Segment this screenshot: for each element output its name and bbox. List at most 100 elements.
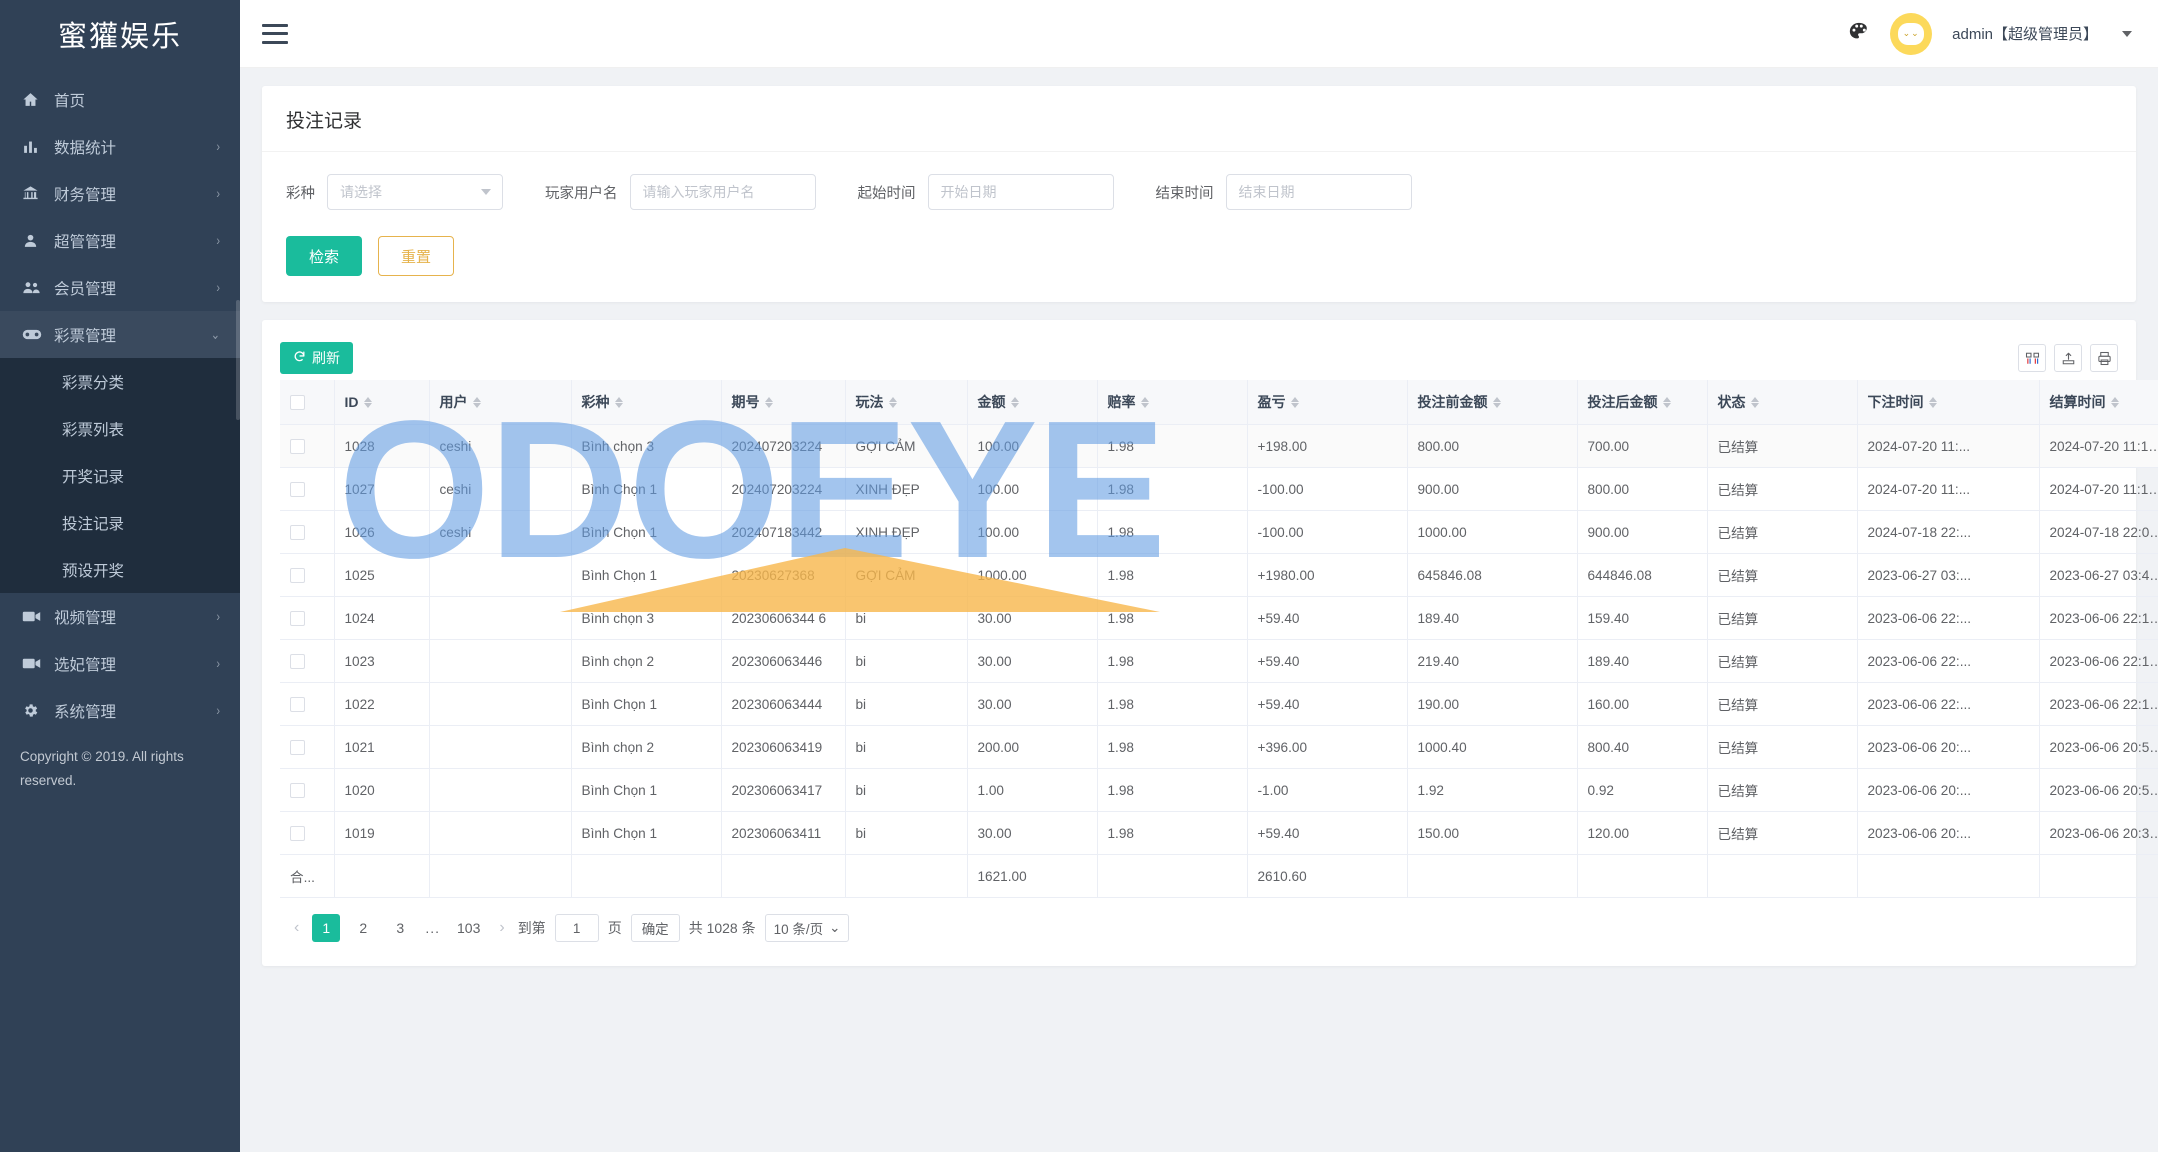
row-checkbox[interactable] [290,438,305,454]
goto-confirm-button[interactable]: 确定 [630,914,680,942]
row-checkbox[interactable] [280,510,335,554]
sort-icon[interactable] [1492,396,1501,408]
row-checkbox[interactable] [290,610,305,626]
sort-icon[interactable] [1662,396,1671,408]
sort-icon[interactable] [1750,396,1759,408]
export-icon[interactable] [2054,344,2082,372]
row-checkbox[interactable] [290,696,305,712]
sort-icon[interactable] [614,396,623,408]
next-page-button[interactable]: › [495,919,508,937]
brand-logo[interactable]: 蜜獾娱乐 [0,0,240,68]
refresh-button[interactable]: 刷新 [280,342,353,374]
sort-icon[interactable] [1140,396,1149,408]
select-all-checkbox[interactable] [290,395,305,411]
table-row[interactable]: 1028 ceshi Bình chọn 3 202407203224 GỢI CẢM 1… [280,424,2158,468]
col-settle-time[interactable]: 结算时间 [2039,380,2158,425]
col-status[interactable]: 状态 [1707,380,1858,425]
sidebar-subitem-bet-records[interactable]: 投注记录 [0,499,240,546]
table-row[interactable]: 1021 Bình chọn 2 202306063419 bi 200.00 1.98 +… [280,725,2158,769]
palette-icon[interactable] [1848,21,1870,47]
sort-icon[interactable] [1290,396,1299,408]
page-button-3[interactable]: 3 [386,914,414,942]
col-odds[interactable]: 赔率 [1097,380,1248,425]
sidebar-item-lottery[interactable]: 彩票管理 ⌄ [0,311,240,358]
table-row[interactable]: 1019 Bình Chọn 1 202306063411 bi 30.00 1.98 +5… [280,811,2158,855]
sidebar-item-statistics[interactable]: 数据统计 › [0,123,240,170]
sidebar-subitem-lottery-category[interactable]: 彩票分类 [0,358,240,405]
end-date-input[interactable]: 结束日期 [1225,174,1412,210]
sort-icon[interactable] [1928,396,1937,408]
row-checkbox[interactable] [290,653,305,669]
row-checkbox[interactable] [290,739,305,755]
cell-after: 159.40 [1577,596,1708,640]
goto-page-input[interactable]: 1 [554,914,599,942]
table-row[interactable]: 1024 Bình chọn 3 20230606344 6 bi 30.00 1.98 +… [280,596,2158,640]
row-checkbox[interactable] [290,481,305,497]
search-button[interactable]: 检索 [286,236,363,276]
sidebar-item-home[interactable]: 首页 [0,76,240,123]
hamburger-menu-icon[interactable] [262,23,288,44]
col-id[interactable]: ID [334,380,430,425]
table-row[interactable]: 1020 Bình Chọn 1 202306063417 bi 1.00 1.98 -1.… [280,768,2158,812]
avatar[interactable]: ⌄⌄ [1890,12,1933,55]
table-row[interactable]: 1027 ceshi Bình Chọn 1 202407203224 XINH ĐẸP… [280,467,2158,511]
table-row[interactable]: 1026 ceshi Bình Chọn 1 202407183442 XINH ĐẸP… [280,510,2158,554]
sidebar-item-system[interactable]: 系统管理 › [0,687,240,734]
col-lottery[interactable]: 彩种 [571,380,722,425]
row-checkbox[interactable] [280,768,335,812]
sort-icon[interactable] [2110,396,2119,408]
sidebar-item-concubine[interactable]: 选妃管理 › [0,640,240,687]
sort-icon[interactable] [363,396,372,408]
sort-icon[interactable] [888,396,897,408]
row-checkbox[interactable] [280,682,335,726]
sidebar-item-finance[interactable]: 财务管理 › [0,170,240,217]
col-after[interactable]: 投注后金额 [1577,380,1708,425]
row-checkbox[interactable] [280,725,335,769]
user-menu[interactable]: admin【超级管理员】 [1952,23,2098,44]
row-checkbox[interactable] [280,639,335,683]
row-checkbox[interactable] [290,825,305,841]
page-button-1[interactable]: 1 [312,914,341,942]
sidebar-subitem-preset-draw[interactable]: 预设开奖 [0,546,240,593]
row-checkbox[interactable] [280,596,335,640]
print-icon[interactable] [2090,344,2118,372]
row-checkbox[interactable] [280,553,335,597]
sidebar-subitem-draw-records[interactable]: 开奖记录 [0,452,240,499]
cell-play: XINH ĐẸP [845,510,968,554]
sort-icon[interactable] [472,396,481,408]
row-checkbox[interactable] [280,424,335,468]
cell-id: 1025 [334,553,430,597]
lottery-select[interactable]: 请选择 [327,174,503,210]
reset-button[interactable]: 重置 [378,236,455,276]
chevron-down-icon[interactable] [2122,30,2132,37]
table-row[interactable]: 1022 Bình Chọn 1 202306063444 bi 30.00 1.98 +5… [280,682,2158,726]
col-user[interactable]: 用户 [429,380,572,425]
columns-icon[interactable] [2018,344,2046,372]
col-label: 期号 [731,394,760,410]
sidebar-item-admin[interactable]: 超管管理 › [0,217,240,264]
row-checkbox[interactable] [280,811,335,855]
sort-icon[interactable] [1010,396,1019,408]
player-input[interactable]: 请输入玩家用户名 [629,174,816,210]
row-checkbox[interactable] [290,782,305,798]
col-profit[interactable]: 盈亏 [1247,380,1408,425]
sidebar-item-members[interactable]: 会员管理 › [0,264,240,311]
col-bet-time[interactable]: 下注时间 [1857,380,2040,425]
col-before[interactable]: 投注前金额 [1407,380,1578,425]
col-amount[interactable]: 金额 [967,380,1098,425]
prev-page-button[interactable]: ‹ [290,919,303,937]
table-row[interactable]: 1023 Bình chọn 2 202306063446 bi 30.00 1.98 +5… [280,639,2158,683]
row-checkbox[interactable] [280,467,335,511]
col-play[interactable]: 玩法 [845,380,968,425]
start-date-input[interactable]: 开始日期 [927,174,1114,210]
page-button-2[interactable]: 2 [349,914,377,942]
page-size-select[interactable]: 10 条/页 ⌄ [764,914,850,942]
row-checkbox[interactable] [290,567,305,583]
col-issue[interactable]: 期号 [721,380,846,425]
sidebar-item-video[interactable]: 视频管理 › [0,593,240,640]
sort-icon[interactable] [764,396,773,408]
page-button-last[interactable]: 103 [451,914,486,942]
row-checkbox[interactable] [290,524,305,540]
sidebar-subitem-lottery-list[interactable]: 彩票列表 [0,405,240,452]
table-row[interactable]: 1025 Bình Chọn 1 20230627368 GỢI CẢM 1000.00… [280,553,2158,597]
